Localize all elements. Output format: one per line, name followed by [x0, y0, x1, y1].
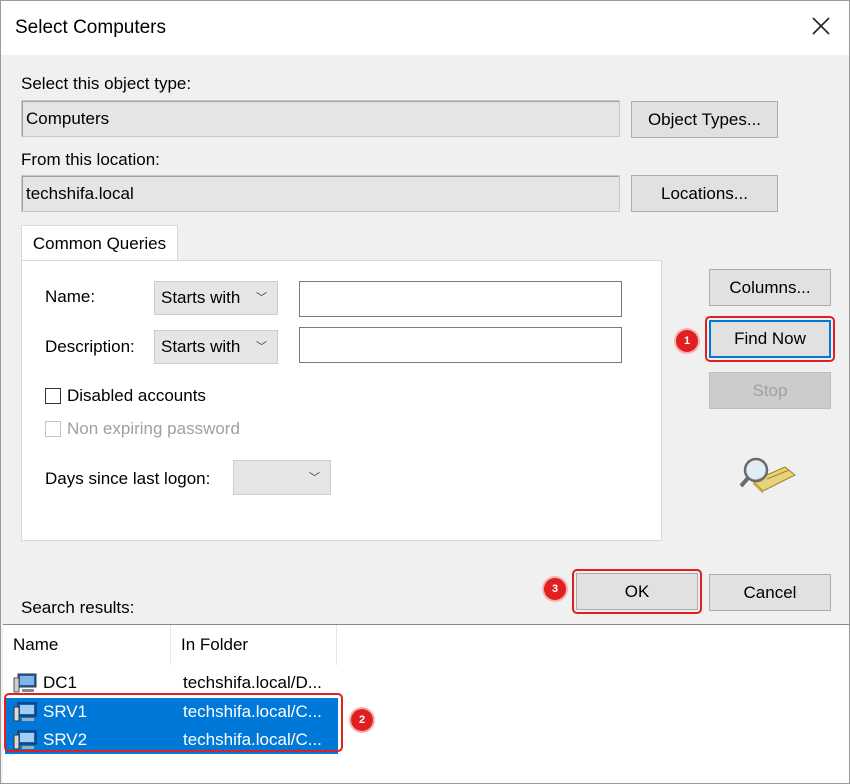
column-header-name[interactable]: Name — [3, 625, 171, 665]
chevron-down-icon: ﹀ — [256, 341, 267, 354]
dialog-title: Select Computers — [15, 17, 167, 38]
chevron-down-icon: ﹀ — [256, 292, 267, 305]
columns-button[interactable]: Columns... — [709, 269, 831, 306]
object-type-field: Computers — [21, 100, 620, 137]
computer-icon — [13, 673, 37, 693]
annotation-badge-2: 2 — [351, 709, 373, 731]
location-label: From this location: — [21, 150, 160, 169]
tab-common-queries[interactable]: Common Queries — [21, 225, 178, 261]
description-mode-select[interactable]: Starts with ﹀ — [154, 330, 278, 364]
object-types-button[interactable]: Object Types... — [631, 101, 778, 138]
column-header-in-folder[interactable]: In Folder — [171, 625, 337, 665]
search-results-label: Search results: — [21, 598, 135, 617]
description-label: Description: — [45, 337, 135, 356]
name-mode-value: Starts with — [161, 288, 241, 307]
annotation-badge-3: 3 — [544, 578, 566, 600]
search-magnifier-icon — [739, 457, 796, 494]
annotation-badge-1: 1 — [676, 330, 698, 352]
days-since-logon-select[interactable]: ﹀ — [233, 460, 331, 495]
non-expiring-password-checkbox — [45, 421, 61, 437]
row-name: DC1 — [43, 673, 78, 692]
name-input[interactable] — [299, 281, 622, 317]
stop-button: Stop — [709, 372, 831, 409]
name-mode-select[interactable]: Starts with ﹀ — [154, 281, 278, 315]
object-type-label: Select this object type: — [21, 74, 192, 93]
disabled-accounts-checkbox[interactable] — [45, 388, 61, 404]
description-mode-value: Starts with — [161, 337, 241, 356]
close-icon[interactable] — [807, 12, 835, 40]
select-computers-dialog: Select Computers Select this object type… — [0, 0, 850, 784]
selected-rows-highlight — [4, 693, 343, 752]
location-field: techshifa.local — [21, 175, 620, 212]
locations-button[interactable]: Locations... — [631, 175, 778, 212]
chevron-down-icon: ﹀ — [309, 471, 320, 484]
disabled-accounts-label: Disabled accounts — [67, 386, 206, 405]
description-input[interactable] — [299, 327, 622, 363]
cancel-button[interactable]: Cancel — [709, 574, 831, 611]
days-since-logon-label: Days since last logon: — [45, 469, 211, 488]
non-expiring-password-label: Non expiring password — [67, 419, 240, 438]
row-folder: techshifa.local/D... — [183, 673, 322, 692]
ok-highlight — [572, 569, 702, 614]
find-now-highlight — [705, 316, 835, 362]
name-label: Name: — [45, 287, 96, 306]
title-bar: Select Computers — [1, 1, 849, 55]
